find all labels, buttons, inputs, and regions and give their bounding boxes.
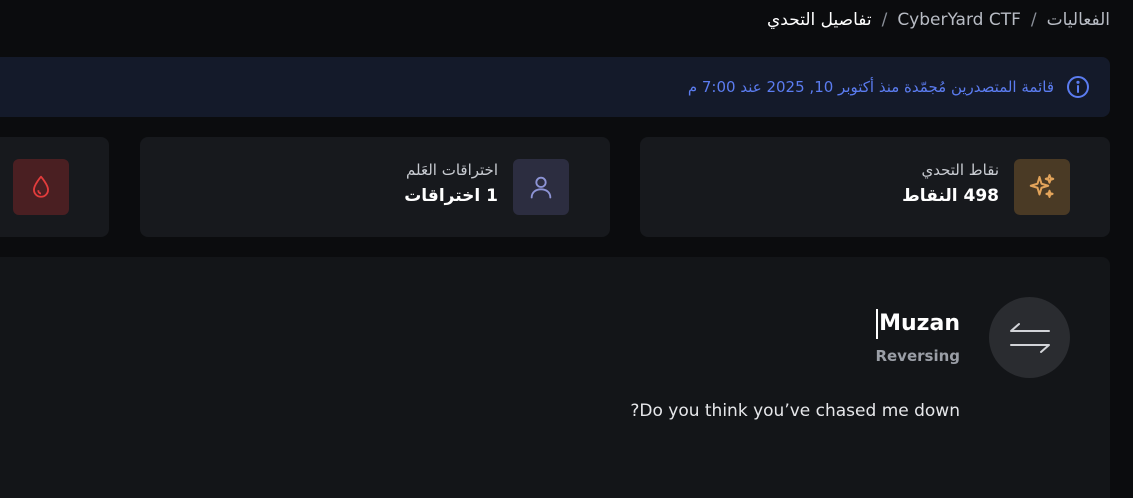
captures-value: 1 اختراقات [404, 186, 498, 206]
first-blood-card [0, 137, 109, 237]
breadcrumb-separator: / [1030, 10, 1037, 30]
challenge-description: Do you think you’ve chased me down? [630, 401, 960, 421]
notice-text: قائمة المتصدرين مُجمّدة منذ أكتوبر 10, 2… [687, 78, 1054, 96]
points-value: 498 النقاط [902, 186, 999, 206]
info-icon [1066, 75, 1090, 99]
blood-drop-icon [13, 159, 69, 215]
challenge-name: Muzan [876, 309, 960, 339]
leaderboard-frozen-notice: قائمة المتصدرين مُجمّدة منذ أكتوبر 10, 2… [0, 57, 1110, 117]
challenge-points-card: نقاط التحدي 498 النقاط [640, 137, 1110, 237]
user-icon [513, 159, 569, 215]
arrows-exchange-icon [989, 297, 1070, 378]
sparkles-icon [1014, 159, 1070, 215]
breadcrumb-events-link[interactable]: الفعاليات [1047, 10, 1110, 30]
breadcrumb-separator: / [881, 10, 888, 30]
breadcrumb-event-link[interactable]: CyberYard CTF [897, 10, 1021, 30]
challenge-detail-panel: Muzan Reversing Do you think you’ve chas… [0, 257, 1110, 498]
breadcrumb-current: تفاصيل التحدي [766, 10, 872, 30]
captures-label: اختراقات العَلم [406, 161, 498, 179]
points-label: نقاط التحدي [921, 161, 999, 179]
flag-captures-card: اختراقات العَلم 1 اختراقات [140, 137, 610, 237]
breadcrumb: الفعاليات / CyberYard CTF / تفاصيل التحد… [767, 10, 1110, 30]
challenge-category: Reversing [875, 347, 960, 365]
